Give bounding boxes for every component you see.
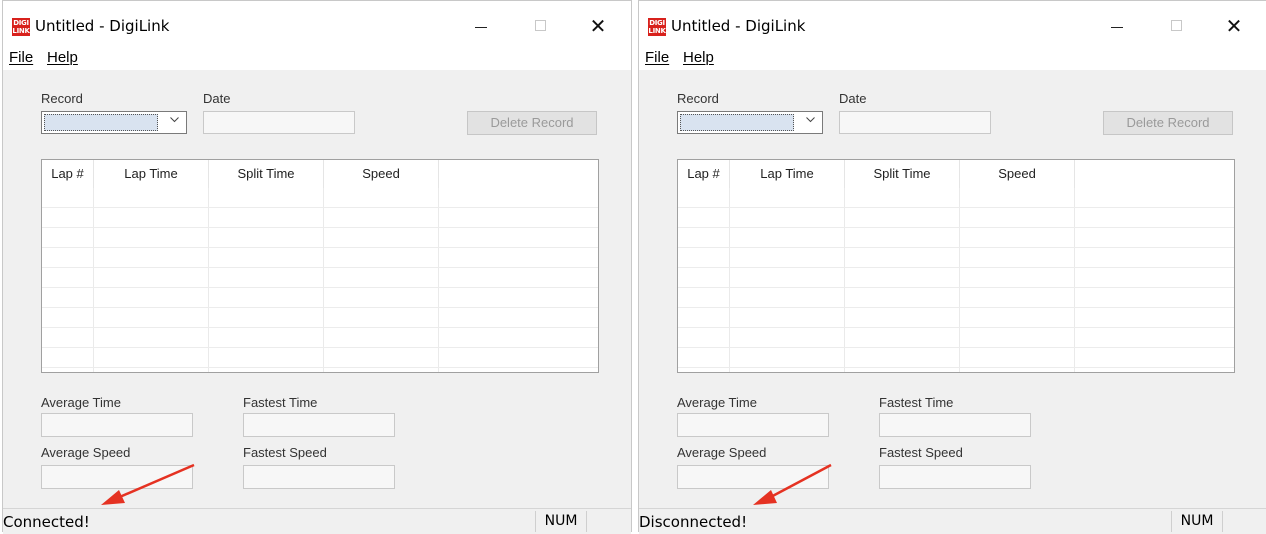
minimize-icon[interactable]	[464, 13, 498, 39]
column-divider	[1074, 188, 1075, 372]
column-divider	[438, 188, 439, 372]
minimize-icon[interactable]	[1100, 13, 1134, 39]
row-line	[42, 347, 598, 348]
laps-table[interactable]: Lap # Lap Time Split Time Speed	[677, 159, 1235, 373]
record-label: Record	[677, 91, 719, 106]
num-lock-indicator: NUM	[1171, 511, 1223, 532]
row-line	[42, 247, 598, 248]
average-time-label: Average Time	[41, 395, 121, 410]
average-speed-label: Average Speed	[677, 445, 767, 460]
row-line	[42, 227, 598, 228]
fastest-speed-field[interactable]	[243, 465, 395, 489]
row-line	[678, 207, 1234, 208]
status-bar: Connected! NUM	[3, 508, 631, 534]
column-divider	[844, 188, 845, 372]
delete-record-button[interactable]: Delete Record	[467, 111, 597, 135]
menu-bar: File Help	[3, 46, 631, 70]
maximize-icon[interactable]	[523, 13, 557, 39]
record-dropdown[interactable]	[677, 111, 823, 134]
column-header-lap-time[interactable]: Lap Time	[730, 160, 845, 188]
column-header-speed[interactable]: Speed	[960, 160, 1075, 188]
window-title: Untitled - DigiLink	[35, 17, 170, 35]
close-icon[interactable]: ✕	[581, 13, 615, 39]
status-bar: Disconnected! NUM	[639, 508, 1266, 534]
row-line	[42, 307, 598, 308]
connection-status: Disconnected!	[639, 513, 748, 531]
column-divider	[729, 188, 730, 372]
row-line	[678, 287, 1234, 288]
window-title: Untitled - DigiLink	[671, 17, 806, 35]
average-time-label: Average Time	[677, 395, 757, 410]
record-dropdown-selection	[44, 114, 158, 131]
fastest-time-label: Fastest Time	[879, 395, 954, 410]
row-line	[678, 347, 1234, 348]
average-time-field[interactable]	[677, 413, 829, 437]
annotation-arrow-icon	[101, 463, 195, 505]
record-dropdown[interactable]	[41, 111, 187, 134]
maximize-icon[interactable]	[1159, 13, 1193, 39]
column-divider	[323, 188, 324, 372]
column-divider	[959, 188, 960, 372]
date-label: Date	[203, 91, 231, 106]
date-field[interactable]	[839, 111, 991, 134]
digilink-window-disconnected: DIGI LINK Untitled - DigiLink ✕ File Help…	[638, 0, 1266, 534]
column-divider	[208, 188, 209, 372]
row-line	[42, 287, 598, 288]
average-speed-label: Average Speed	[41, 445, 131, 460]
title-bar: DIGI LINK Untitled - DigiLink ✕	[639, 1, 1266, 46]
row-line	[678, 247, 1234, 248]
title-bar: DIGI LINK Untitled - DigiLink ✕	[3, 1, 631, 46]
row-line	[42, 207, 598, 208]
column-header-lap[interactable]: Lap #	[42, 160, 94, 188]
column-divider	[93, 188, 94, 372]
connection-status: Connected!	[3, 513, 90, 531]
column-header-split-time[interactable]: Split Time	[209, 160, 324, 188]
delete-record-button[interactable]: Delete Record	[1103, 111, 1233, 135]
row-line	[678, 227, 1234, 228]
date-label: Date	[839, 91, 867, 106]
column-header-split-time[interactable]: Split Time	[845, 160, 960, 188]
fastest-speed-label: Fastest Speed	[879, 445, 963, 460]
average-time-field[interactable]	[41, 413, 193, 437]
fastest-time-field[interactable]	[879, 413, 1031, 437]
chevron-down-icon	[806, 117, 815, 125]
row-line	[42, 267, 598, 268]
record-label: Record	[41, 91, 83, 106]
laps-table[interactable]: Lap # Lap Time Split Time Speed	[41, 159, 599, 373]
menu-help[interactable]: Help	[47, 49, 78, 66]
menu-bar: File Help	[639, 46, 1266, 70]
date-field[interactable]	[203, 111, 355, 134]
chevron-down-icon	[170, 117, 179, 125]
fastest-speed-label: Fastest Speed	[243, 445, 327, 460]
digilink-logo-icon: DIGI LINK	[12, 18, 30, 36]
row-line	[678, 267, 1234, 268]
digilink-window-connected: DIGI LINK Untitled - DigiLink ✕ File Help…	[2, 0, 632, 534]
row-line	[678, 367, 1234, 368]
record-dropdown-selection	[680, 114, 794, 131]
digilink-logo-icon: DIGI LINK	[648, 18, 666, 36]
row-line	[42, 327, 598, 328]
menu-file[interactable]: File	[645, 49, 669, 66]
menu-file[interactable]: File	[9, 49, 33, 66]
column-header-lap-time[interactable]: Lap Time	[94, 160, 209, 188]
row-line	[678, 327, 1234, 328]
fastest-speed-field[interactable]	[879, 465, 1031, 489]
menu-help[interactable]: Help	[683, 49, 714, 66]
annotation-arrow-icon	[753, 463, 832, 505]
row-line	[42, 367, 598, 368]
column-header-lap[interactable]: Lap #	[678, 160, 730, 188]
row-line	[678, 307, 1234, 308]
fastest-time-label: Fastest Time	[243, 395, 318, 410]
column-header-speed[interactable]: Speed	[324, 160, 439, 188]
close-icon[interactable]: ✕	[1217, 13, 1251, 39]
fastest-time-field[interactable]	[243, 413, 395, 437]
num-lock-indicator: NUM	[535, 511, 587, 532]
